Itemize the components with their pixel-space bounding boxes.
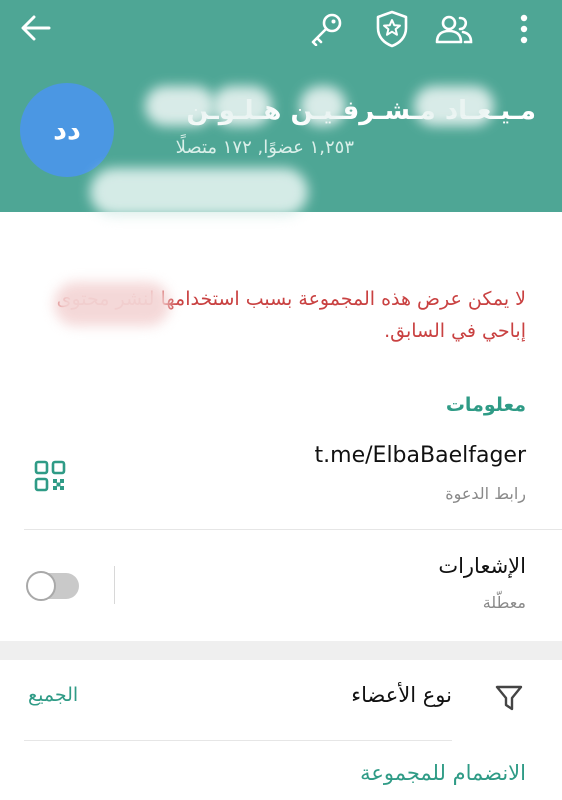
- toggle-knob: [26, 571, 56, 601]
- divider: [24, 740, 452, 741]
- invite-link[interactable]: t.me/ElbaBaelfager: [315, 443, 526, 468]
- privacy-blur: [212, 86, 272, 126]
- key-icon: [311, 13, 342, 46]
- privacy-blur: [145, 86, 215, 126]
- privacy-blur: [414, 86, 494, 126]
- members-button[interactable]: [432, 12, 476, 46]
- privacy-blur: [90, 168, 308, 216]
- key-button[interactable]: [306, 10, 346, 48]
- shield-star-icon: [376, 10, 408, 48]
- filter-button[interactable]: [494, 683, 524, 713]
- qr-code-button[interactable]: [34, 460, 66, 492]
- join-group-button[interactable]: الانضمام للمجموعة: [360, 761, 526, 785]
- group-header: دد مـيـعـاد مـشـرفـيـن هـلـوـن ١,٢٥٣ عضو…: [0, 0, 562, 216]
- people-icon: [435, 15, 473, 44]
- vertical-separator: [114, 566, 115, 604]
- notifications-toggle[interactable]: [26, 571, 79, 601]
- back-arrow-icon: [21, 15, 51, 41]
- notifications-label: الإشعارات: [438, 554, 526, 578]
- info-section-title: معلومات: [445, 394, 526, 416]
- privacy-blur: [300, 86, 346, 126]
- filter-icon: [495, 685, 523, 711]
- admins-button[interactable]: [372, 8, 412, 50]
- back-button[interactable]: [18, 12, 54, 44]
- avatar-initials: دد: [53, 114, 81, 146]
- notifications-status: معطّلة: [482, 593, 526, 612]
- members-type-label: نوع الأعضاء: [351, 683, 452, 707]
- group-avatar[interactable]: دد: [20, 83, 114, 177]
- section-separator: [0, 641, 562, 660]
- invite-link-label: رابط الدعوة: [445, 484, 526, 503]
- divider: [24, 529, 562, 530]
- group-member-count: ١,٢٥٣ عضوًا, ١٧٢ متصلًا: [175, 137, 354, 158]
- more-options-button[interactable]: [512, 12, 536, 46]
- members-type-value[interactable]: الجميع: [28, 684, 78, 706]
- qr-code-icon: [34, 460, 66, 492]
- more-vert-icon: [520, 14, 528, 44]
- privacy-blur: [54, 282, 170, 326]
